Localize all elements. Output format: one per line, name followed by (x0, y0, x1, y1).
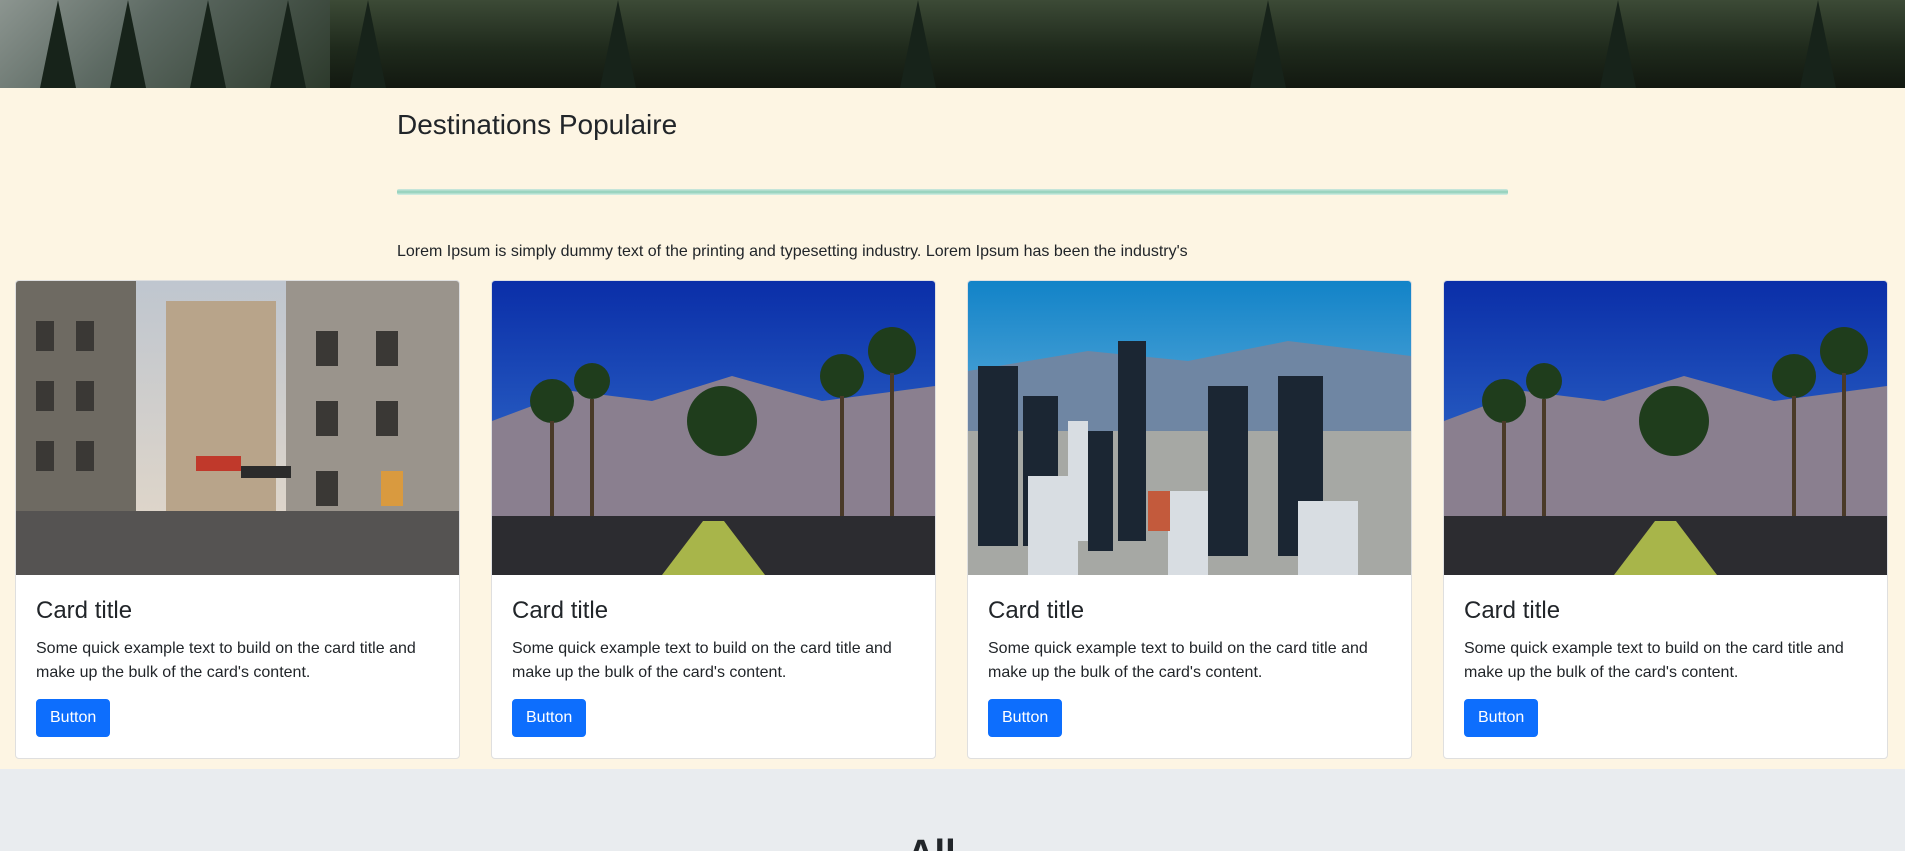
destinations-section: Destinations Populaire Lorem Ipsum is si… (0, 88, 1905, 769)
tree-shape (110, 0, 146, 88)
card-text: Some quick example text to build on the … (1464, 640, 1844, 681)
tree-shape (1600, 0, 1636, 88)
tree-shape (1800, 0, 1836, 88)
card-title: Card title (512, 597, 609, 624)
destination-card: Card title Some quick example text to bu… (1443, 280, 1888, 759)
destination-card: Card title Some quick example text to bu… (15, 280, 460, 759)
tree-shape (1250, 0, 1286, 88)
tree-shape (350, 0, 386, 88)
city-skyline-photo (968, 281, 1411, 575)
paris-street-photo (16, 281, 459, 575)
card-button[interactable]: Button (1464, 699, 1539, 737)
card-button[interactable]: Button (988, 699, 1063, 737)
tree-shape (270, 0, 306, 88)
destination-card: Card title Some quick example text to bu… (491, 280, 936, 759)
next-section-title: All ... (0, 833, 1905, 851)
tree-shape (40, 0, 76, 88)
card-body: Card title Some quick example text to bu… (36, 597, 441, 737)
next-section: All ... (0, 769, 1905, 851)
hero-banner-image (0, 0, 1905, 88)
palm-road-mountains-photo (492, 281, 935, 575)
palm-road-mountains-photo (1444, 281, 1887, 575)
destination-card: Card title Some quick example text to bu… (967, 280, 1412, 759)
card-text: Some quick example text to build on the … (988, 640, 1368, 681)
card-body: Card title Some quick example text to bu… (1464, 597, 1869, 737)
card-title: Card title (36, 597, 133, 624)
card-title: Card title (1464, 597, 1561, 624)
tree-shape (190, 0, 226, 88)
section-intro: Lorem Ipsum is simply dummy text of the … (397, 243, 1188, 260)
card-body: Card title Some quick example text to bu… (988, 597, 1393, 737)
card-text: Some quick example text to build on the … (512, 640, 892, 681)
card-button[interactable]: Button (36, 699, 111, 737)
section-divider (397, 189, 1508, 195)
card-text: Some quick example text to build on the … (36, 640, 416, 681)
tree-shape (900, 0, 936, 88)
card-button[interactable]: Button (512, 699, 587, 737)
card-title: Card title (988, 597, 1085, 624)
section-title: Destinations Populaire (397, 109, 678, 140)
tree-shape (600, 0, 636, 88)
card-body: Card title Some quick example text to bu… (512, 597, 917, 737)
